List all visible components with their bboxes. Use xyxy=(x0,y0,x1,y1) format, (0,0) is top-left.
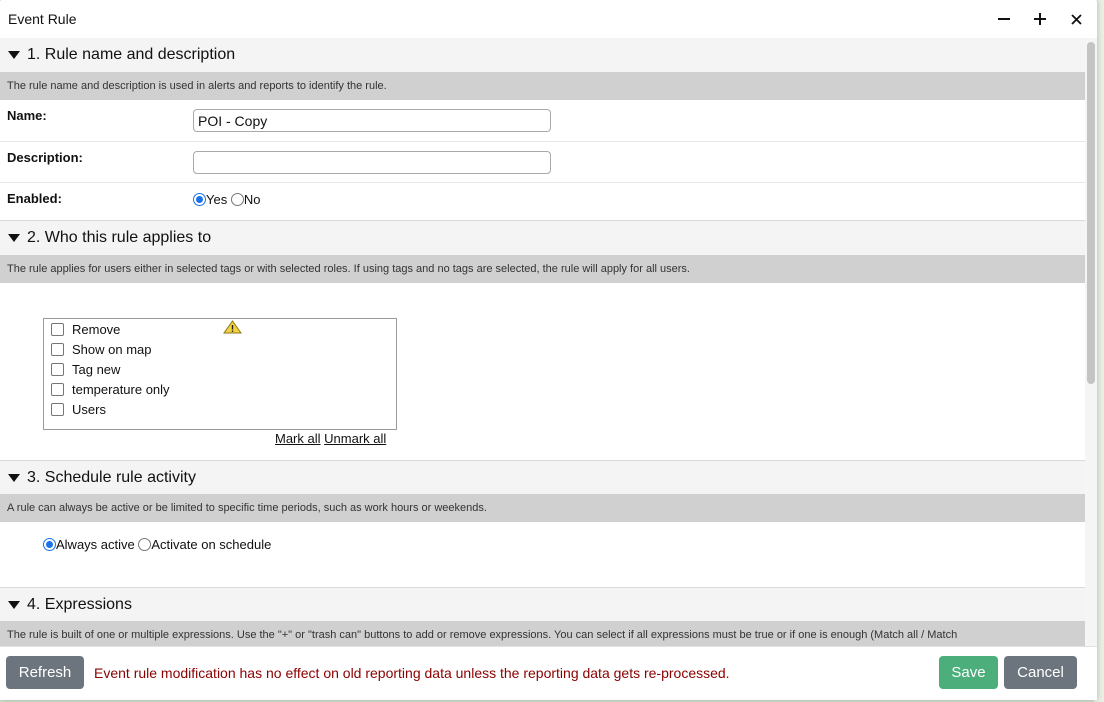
enabled-yes-radio[interactable] xyxy=(193,193,206,206)
section-3-title: 3. Schedule rule activity xyxy=(27,468,196,486)
section-4-title: 4. Expressions xyxy=(27,595,132,613)
section-2-description: The rule applies for users either in sel… xyxy=(0,255,1085,283)
dialog-content[interactable]: 1. Rule name and description The rule na… xyxy=(0,38,1085,646)
enabled-radio-group: Yes No xyxy=(193,192,260,207)
tag-label: Remove xyxy=(72,321,121,337)
unmark-all-link[interactable]: Unmark all xyxy=(324,431,386,446)
section-3-description: A rule can always be active or be limite… xyxy=(0,494,1085,522)
tag-checkbox[interactable] xyxy=(51,362,64,376)
tag-item-show-on-map[interactable]: Show on map xyxy=(44,339,396,359)
always-active-radio[interactable] xyxy=(43,538,56,551)
tag-checkbox[interactable] xyxy=(51,322,64,336)
warning-icon xyxy=(223,320,242,334)
enabled-no-radio[interactable] xyxy=(230,193,244,206)
tag-selection-area: Remove Show on map Tag new temperature o… xyxy=(0,283,1085,460)
tag-item-remove[interactable]: Remove xyxy=(44,319,396,339)
section-3-description-text: A rule can always be active or be limite… xyxy=(7,502,487,514)
collapse-triangle-icon xyxy=(8,473,20,482)
tag-list[interactable]: Remove Show on map Tag new temperature o… xyxy=(43,318,397,430)
section-3-header[interactable]: 3. Schedule rule activity xyxy=(0,460,1085,494)
description-input[interactable] xyxy=(193,151,551,174)
enabled-yes-label[interactable]: Yes xyxy=(206,192,227,207)
reprocess-warning-text: Event rule modification has no effect on… xyxy=(94,665,730,681)
mark-links: Mark all Unmark all xyxy=(275,431,386,446)
close-icon xyxy=(1070,13,1082,25)
tag-label: Users xyxy=(72,401,106,417)
description-row: Description: xyxy=(0,142,1085,183)
tag-item-tag-new[interactable]: Tag new xyxy=(44,359,396,379)
minus-icon xyxy=(998,18,1010,20)
description-label: Description: xyxy=(7,150,83,165)
always-active-label[interactable]: Always active xyxy=(56,537,135,552)
collapse-triangle-icon xyxy=(8,600,20,609)
activate-on-schedule-radio[interactable] xyxy=(138,538,152,551)
tag-label: Tag new xyxy=(72,361,121,377)
name-label: Name: xyxy=(7,108,47,123)
tag-item-users[interactable]: Users xyxy=(44,399,396,419)
enabled-no-label[interactable]: No xyxy=(244,192,261,207)
section-4-header[interactable]: 4. Expressions xyxy=(0,587,1085,621)
name-row: Name: xyxy=(0,100,1085,142)
save-button[interactable]: Save xyxy=(939,656,998,689)
maximize-button[interactable] xyxy=(1027,8,1053,30)
dialog-titlebar[interactable]: Event Rule xyxy=(0,0,1097,38)
plus-icon xyxy=(1034,13,1046,25)
cancel-button[interactable]: Cancel xyxy=(1004,656,1077,689)
section-2-header[interactable]: 2. Who this rule applies to xyxy=(0,220,1085,255)
tag-checkbox[interactable] xyxy=(51,402,64,416)
section-1-header[interactable]: 1. Rule name and description xyxy=(0,38,1085,72)
event-rule-dialog: Event Rule 1. Rule name and description … xyxy=(0,0,1097,700)
scrollbar-thumb[interactable] xyxy=(1087,42,1095,384)
section-1-description-text: The rule name and description is used in… xyxy=(7,80,387,92)
section-4-description-text: The rule is built of one or multiple exp… xyxy=(7,629,958,641)
name-input[interactable] xyxy=(193,109,551,132)
tag-label: Show on map xyxy=(72,341,152,357)
enabled-label: Enabled: xyxy=(7,191,62,206)
close-button[interactable] xyxy=(1063,8,1089,30)
section-2-description-text: The rule applies for users either in sel… xyxy=(7,263,690,275)
section-4-description: The rule is built of one or multiple exp… xyxy=(0,621,1085,646)
section-2-title: 2. Who this rule applies to xyxy=(27,229,212,246)
section-1-title: 1. Rule name and description xyxy=(27,46,236,63)
schedule-radio-group: Always active Activate on schedule xyxy=(0,522,1085,587)
dialog-title: Event Rule xyxy=(8,11,77,27)
tag-label: temperature only xyxy=(72,381,170,397)
section-1-description: The rule name and description is used in… xyxy=(0,72,1085,100)
activate-on-schedule-label[interactable]: Activate on schedule xyxy=(151,537,271,552)
enabled-row: Enabled: Yes No xyxy=(0,183,1085,220)
window-controls xyxy=(991,8,1089,30)
collapse-triangle-icon xyxy=(8,51,20,59)
tag-item-temperature-only[interactable]: temperature only xyxy=(44,379,396,399)
mark-all-link[interactable]: Mark all xyxy=(275,431,321,446)
refresh-button[interactable]: Refresh xyxy=(6,656,84,689)
tag-checkbox[interactable] xyxy=(51,382,64,396)
minimize-button[interactable] xyxy=(991,8,1017,30)
dialog-footer: Refresh Event rule modification has no e… xyxy=(0,646,1097,700)
collapse-triangle-icon xyxy=(8,234,20,242)
tag-checkbox[interactable] xyxy=(51,342,64,356)
